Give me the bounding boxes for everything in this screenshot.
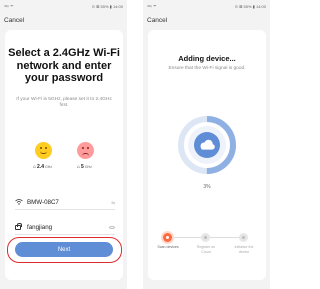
page-title: Select a 2.4GHz Wi-Fi network and enter … [8, 47, 120, 84]
status-text: ⊙ ⊠ 55% ▮ 14:00 [91, 3, 123, 9]
switch-network-icon[interactable]: ⇆ [111, 200, 115, 206]
wifi-ssid-value[interactable]: BMW-08C7 [27, 199, 111, 206]
page-title: Adding device... [178, 54, 236, 63]
band-label: 2.4 [37, 164, 44, 170]
status-text: ⊙ ⊠ 55% ▮ 14:00 [234, 3, 266, 9]
cancel-button[interactable]: Cancel [147, 17, 167, 24]
step-indicator-initialize [239, 233, 248, 242]
cancel-button[interactable]: Cancel [4, 17, 24, 24]
step-indicator-register [201, 233, 210, 242]
adding-device-screen: ⚌ᵢₗ ᯤ ⊙ ⊠ 55% ▮ 14:00 Cancel Adding devi… [143, 0, 270, 289]
step-connector [169, 237, 201, 238]
router-icon: ⌂ [33, 164, 37, 170]
progress-ring [178, 116, 236, 174]
wifi-ssid-field[interactable]: BMW-08C7 ⇆ [15, 196, 115, 210]
step-indicator-scan [163, 233, 172, 242]
router-icon: ⌂ [77, 164, 81, 170]
step-connector [209, 237, 241, 238]
lock-icon [15, 222, 27, 232]
next-button[interactable]: Next [15, 242, 113, 257]
step-label-register: Register on Cloud [196, 245, 216, 254]
sad-face-icon [77, 142, 94, 159]
band-unit: GHz [44, 165, 52, 169]
password-field[interactable]: fangjiang [15, 221, 115, 235]
password-value[interactable]: fangjiang [27, 224, 109, 231]
wifi-card: Select a 2.4GHz Wi-Fi network and enter … [5, 30, 123, 280]
band-label: 5 [81, 164, 84, 170]
signal-icon: ⚌ᵢₗ ᯤ [4, 3, 14, 8]
wifi-icon [15, 198, 27, 207]
step-label-initialize: Initialize the device [234, 245, 254, 254]
show-password-icon[interactable] [109, 225, 115, 230]
hint-text: Ensure that the Wi-Fi signal is good. [168, 66, 246, 71]
progress-card: Adding device... Ensure that the Wi-Fi s… [148, 30, 266, 280]
progress-steps: Scan devices Register on Cloud Initializ… [157, 230, 256, 260]
happy-face-icon [35, 142, 52, 159]
hint-text: If your Wi-Fi is 5GHz, please set it to … [16, 97, 112, 108]
status-bar: ⚌ᵢₗ ᯤ ⊙ ⊠ 55% ▮ 14:00 [143, 0, 270, 12]
status-bar: ⚌ᵢₗ ᯤ ⊙ ⊠ 55% ▮ 14:00 [0, 0, 127, 12]
step-label-scan: Scan devices [157, 245, 179, 249]
band-2-4ghz: ⌂ 2.4 GHz [33, 164, 52, 170]
wifi-setup-screen: ⚌ᵢₗ ᯤ ⊙ ⊠ 55% ▮ 14:00 Cancel Select a 2.… [0, 0, 127, 289]
signal-icon: ⚌ᵢₗ ᯤ [147, 3, 157, 8]
band-5ghz: ⌂ 5 GHz [77, 164, 92, 170]
status-right: ⊙ ⊠ 55% ▮ 14:00 [92, 4, 123, 9]
progress-percent: 3% [203, 184, 211, 190]
band-unit: GHz [84, 165, 92, 169]
